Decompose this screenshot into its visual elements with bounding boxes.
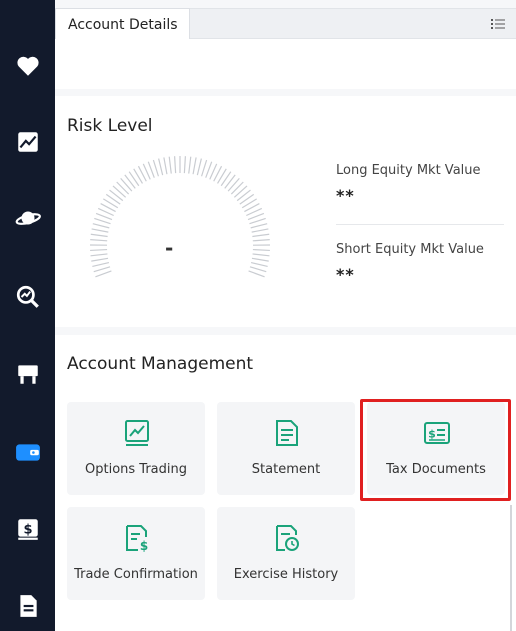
gauge-tick [93, 266, 111, 273]
gauge-tick [163, 157, 168, 175]
gauge-tick [158, 158, 164, 176]
heart-icon [16, 56, 39, 76]
gauge-tick [233, 185, 248, 198]
chart-trend-icon [17, 132, 38, 152]
gauge-tick [120, 177, 133, 192]
gauge-tick [200, 159, 208, 177]
gauge-tick [152, 159, 160, 177]
risk-gauge [89, 156, 271, 278]
gauge-tick [109, 189, 124, 202]
gauge-tick [147, 161, 155, 178]
gauge-tick [188, 156, 192, 174]
gauge-tick [91, 257, 109, 262]
gauge-tick [236, 189, 251, 202]
gauge-tick [90, 253, 108, 257]
tile-label: Statement [251, 462, 321, 477]
gauge-tick [227, 177, 240, 192]
gauge-tick [252, 253, 270, 257]
selection-highlight [360, 399, 511, 501]
tile-trade-confirmation[interactable]: $ Trade Confirmation [67, 507, 205, 600]
svg-text:$: $ [140, 539, 148, 552]
gauge-tick [252, 233, 270, 238]
svg-text:$: $ [23, 522, 32, 537]
gauge-tick [174, 156, 177, 174]
gauge-tick [249, 266, 267, 273]
gauge-tick [91, 228, 109, 233]
gauge-tick [94, 217, 111, 225]
nav-trade[interactable] [0, 354, 55, 394]
gauge-tick [224, 174, 236, 189]
nav-discover[interactable] [0, 198, 55, 238]
bridge-icon [17, 365, 38, 384]
gauge-tick [196, 158, 202, 176]
account-management-title: Account Management [67, 354, 254, 374]
gauge-value: - [165, 236, 174, 260]
document-icon [19, 595, 37, 617]
gauge-tick [252, 248, 270, 252]
dollar-doc-icon: $ [17, 519, 38, 540]
gauge-tick [205, 161, 213, 178]
account-management-card: Account Management Options Trading State… [55, 335, 516, 631]
metric-divider [336, 224, 504, 225]
short-equity-value: ** [336, 265, 355, 284]
gauge-tick [192, 157, 197, 175]
sidebar: $ [0, 0, 55, 631]
top-panel [55, 39, 516, 89]
scrollbar-track[interactable] [510, 505, 512, 631]
list-menu-icon[interactable] [490, 16, 506, 32]
statement-doc-icon [276, 420, 298, 446]
gauge-tick [183, 156, 186, 174]
risk-level-card: Risk Level - Long Equity Mkt Value ** Sh… [55, 96, 516, 327]
nav-favorites[interactable] [0, 46, 55, 86]
tile-label: Options Trading [85, 462, 187, 477]
gauge-tick [230, 181, 244, 195]
short-equity-label: Short Equity Mkt Value [336, 242, 484, 257]
gauge-tick [90, 248, 108, 252]
gauge-tick [90, 233, 108, 238]
tile-label: Exercise History [233, 567, 339, 582]
gauge-tick [90, 239, 108, 242]
gauge-tick [95, 212, 113, 221]
trade-doc-dollar-icon: $ [126, 525, 148, 552]
gauge-tick [247, 212, 265, 221]
gauge-tick [124, 174, 136, 189]
history-doc-clock-icon [276, 525, 299, 551]
nav-funds[interactable]: $ [0, 509, 55, 549]
gauge-tick [250, 261, 268, 268]
risk-level-title: Risk Level [67, 116, 153, 136]
long-equity-value: ** [336, 186, 355, 205]
gauge-tick [112, 185, 127, 198]
main-content: Account Details Risk Level - Long Equity… [55, 0, 516, 631]
long-equity-label: Long Equity Mkt Value [336, 163, 481, 178]
gauge-tick [95, 270, 112, 278]
gauge-tick [248, 270, 265, 278]
search-chart-icon [16, 285, 39, 308]
tile-statement[interactable]: Statement [217, 402, 355, 495]
gauge-tick [92, 223, 110, 229]
gauge-tick [249, 217, 266, 225]
gauge-tick [251, 228, 269, 233]
nav-accounts[interactable] [0, 432, 55, 472]
gauge-tick [116, 181, 130, 195]
gauge-tick [250, 223, 268, 229]
options-chart-icon [125, 420, 149, 446]
gauge-tick [168, 156, 172, 174]
nav-markets[interactable] [0, 122, 55, 162]
gauge-tick [92, 261, 110, 268]
tile-exercise-history[interactable]: Exercise History [217, 507, 355, 600]
nav-research[interactable] [0, 277, 55, 317]
planet-icon [15, 211, 41, 225]
tab-bar: Account Details [55, 8, 516, 40]
tile-options-trading[interactable]: Options Trading [67, 402, 205, 495]
nav-documents[interactable] [0, 586, 55, 626]
gauge-tick [252, 239, 270, 242]
wallet-icon [15, 444, 40, 461]
gauge-tick [251, 257, 269, 262]
tile-label: Trade Confirmation [74, 567, 198, 582]
tab-account-details[interactable]: Account Details [55, 8, 190, 40]
